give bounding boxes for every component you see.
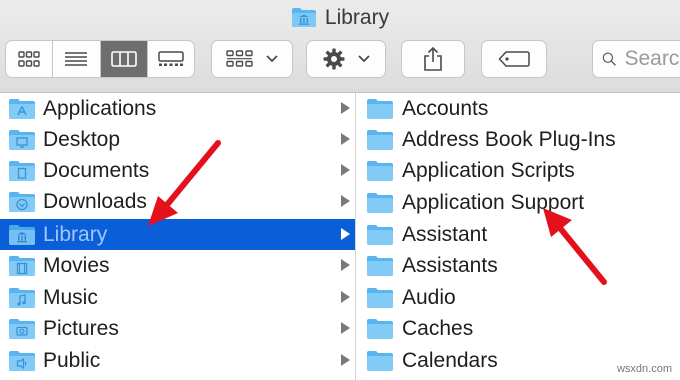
- red-arrow-icon: [148, 140, 221, 226]
- watermark: wsxdn.com: [616, 363, 672, 375]
- annotation-arrows: [148, 140, 607, 285]
- red-arrow-icon: [543, 208, 607, 285]
